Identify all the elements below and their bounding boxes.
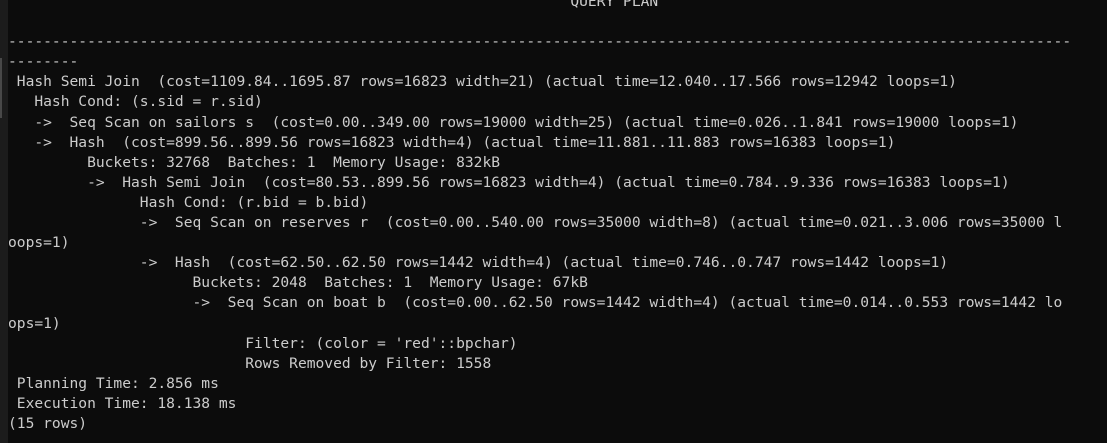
execution-time: Execution Time: 18.138 ms [8, 394, 237, 412]
plan-separator: ----------------------------------------… [8, 33, 1072, 51]
plan-line: Buckets: 2048 Batches: 1 Memory Usage: 6… [8, 274, 588, 292]
plan-line: -> Seq Scan on boat b (cost=0.00..62.50 … [8, 294, 1063, 312]
planning-time: Planning Time: 2.856 ms [8, 374, 219, 392]
plan-line: Rows Removed by Filter: 1558 [8, 354, 492, 372]
plan-line: -> Hash (cost=62.50..62.50 rows=1442 wid… [8, 254, 949, 272]
plan-line: Buckets: 32768 Batches: 1 Memory Usage: … [8, 153, 501, 171]
plan-line: Hash Cond: (s.sid = r.sid) [8, 93, 263, 111]
plan-line: -> Seq Scan on sailors s (cost=0.00..349… [8, 113, 1019, 131]
plan-line-wrap: ops=1) [8, 314, 61, 332]
plan-blank-line [8, 12, 1089, 32]
plan-separator-wrap: -------- [8, 53, 79, 71]
terminal-output[interactable]: QUERY PLAN -----------------------------… [8, 0, 1089, 434]
vertical-scrollbar[interactable] [1089, 0, 1107, 443]
plan-line: -> Hash Semi Join (cost=80.53..899.56 ro… [8, 173, 1010, 191]
plan-line: -> Seq Scan on reserves r (cost=0.00..54… [8, 214, 1063, 232]
row-count: (15 rows) [8, 414, 88, 432]
plan-line: Hash Cond: (r.bid = b.bid) [8, 193, 369, 211]
window-left-edge [0, 0, 8, 443]
plan-header: QUERY PLAN [8, 0, 659, 10]
plan-line: -> Hash (cost=899.56..899.56 rows=16823 … [8, 133, 896, 151]
edge-marker [0, 58, 2, 118]
plan-line: Filter: (color = 'red'::bpchar) [8, 334, 518, 352]
plan-line-wrap: oops=1) [8, 234, 70, 252]
plan-line: Hash Semi Join (cost=1109.84..1695.87 ro… [8, 73, 957, 91]
